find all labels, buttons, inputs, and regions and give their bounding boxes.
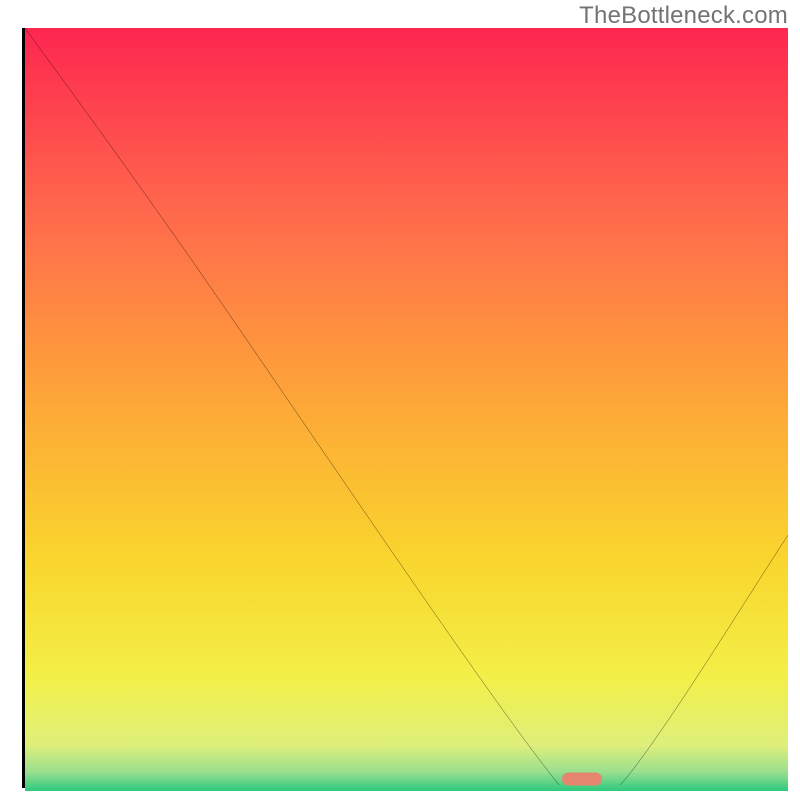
- plot-area: [22, 28, 788, 788]
- watermark-text: TheBottleneck.com: [579, 2, 788, 30]
- chart-container: TheBottleneck.com: [0, 0, 800, 800]
- bottleneck-curve: [25, 28, 788, 785]
- optimal-marker: [562, 773, 602, 786]
